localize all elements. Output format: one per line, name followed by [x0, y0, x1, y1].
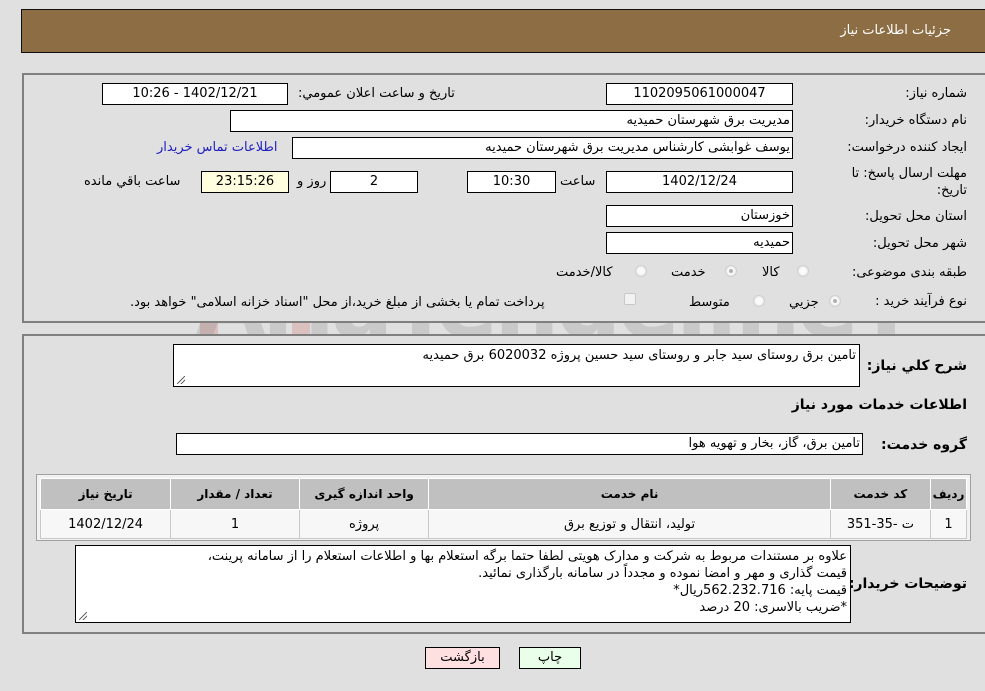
col-unit: واحد اندازه گيری: [298, 478, 430, 510]
cell-quantity: 1: [170, 509, 300, 539]
buyer-contact-link[interactable]: اطلاعات تماس خريدار: [157, 140, 277, 155]
services-table: رديف کد خدمت نام خدمت واحد اندازه گيری ت…: [39, 478, 967, 539]
summary-text: تامين برق روستای سيد جابر و روستای سيد ح…: [422, 348, 856, 363]
col-service-name: نام خدمت: [428, 478, 831, 510]
remaining-time-label: ساعت باقي مانده: [84, 174, 181, 189]
purchase-radio-medium[interactable]: [753, 295, 765, 307]
col-row-number: رديف: [930, 478, 967, 510]
treasury-note: پرداخت تمام يا بخشی از مبلغ خريد،از محل …: [130, 295, 545, 310]
requester-field: يوسف غوابشی کارشناس مديريت برق شهرستان ح…: [292, 137, 793, 159]
remaining-time-field: 23:15:26: [201, 171, 289, 193]
category-option-service: خدمت: [671, 265, 706, 280]
page-header: جزئيات اطلاعات نياز: [21, 9, 985, 53]
category-option-goods: کالا: [762, 265, 780, 280]
remaining-days-field: 2: [330, 171, 418, 193]
category-radio-goods-service[interactable]: [635, 265, 647, 277]
page-title: جزئيات اطلاعات نياز: [840, 23, 951, 38]
summary-label: شرح کلي نياز:: [866, 358, 967, 374]
buyer-notes-textarea[interactable]: علاوه بر مستندات مربوط به شرکت و مدارک ه…: [75, 545, 851, 623]
announce-datetime-field: 1402/12/21 - 10:26: [102, 83, 288, 105]
purchase-option-medium: متوسط: [689, 295, 730, 310]
deadline-time-field: 10:30: [467, 171, 556, 193]
purchase-radio-minor[interactable]: [829, 295, 841, 307]
need-number-label: شماره نياز:: [905, 86, 967, 101]
category-option-goods-service: کالا/خدمت: [556, 265, 613, 280]
services-heading: اطلاعات خدمات مورد نياز: [791, 397, 967, 413]
category-label: طبقه بندی موضوعی:: [851, 265, 967, 280]
deadline-date-field: 1402/12/24: [606, 171, 793, 193]
purchase-type-label: نوع فرآيند خريد :: [875, 294, 967, 309]
cell-unit: پروژه: [298, 509, 430, 539]
cell-row-number: 1: [930, 509, 967, 539]
buyer-org-field: مديريت برق شهرستان حميديه: [230, 110, 793, 132]
col-service-code: کد خدمت: [829, 478, 932, 510]
purchase-option-minor: جزيي: [789, 295, 819, 310]
announce-datetime-label: تاريخ و ساعت اعلان عمومي:: [298, 86, 455, 101]
category-radio-service[interactable]: [725, 265, 737, 277]
deadline-time-label: ساعت: [560, 174, 596, 189]
buyer-notes-line: قيمت گذاری و مهر و امضا نموده و مجدداً د…: [478, 566, 847, 581]
cell-service-code: ت -35-351: [829, 509, 932, 539]
need-number-field: 1102095061000047: [606, 83, 793, 105]
buyer-notes-line: قيمت پايه: 562.232.716ريال*: [673, 583, 847, 598]
days-label: روز و: [297, 174, 327, 189]
city-field: حميديه: [606, 232, 793, 254]
table-row: 1 ت -35-351 توليد، انتقال و توزيع برق پر…: [39, 509, 967, 539]
category-radio-goods[interactable]: [797, 265, 809, 277]
back-button[interactable]: بازگشت: [425, 647, 500, 669]
city-label: شهر محل تحويل:: [872, 236, 967, 251]
cell-need-date: 1402/12/24: [39, 509, 172, 539]
buyer-notes-line: علاوه بر مستندات مربوط به شرکت و مدارک ه…: [207, 549, 847, 564]
buyer-notes-line: *ضريب بالاسری: 20 درصد: [699, 600, 847, 615]
deadline-label: مهلت ارسال پاسخ: تا تاريخ:: [851, 166, 967, 198]
col-quantity: تعداد / مقدار: [170, 478, 300, 510]
service-group-field: تامين برق، گاز، بخار و تهويه هوا: [176, 433, 863, 455]
print-button[interactable]: چاپ: [519, 647, 581, 669]
col-need-date: تاريخ نياز: [39, 478, 172, 510]
table-header-row: رديف کد خدمت نام خدمت واحد اندازه گيری ت…: [39, 478, 967, 510]
cell-service-name: توليد، انتقال و توزيع برق: [428, 509, 831, 539]
buyer-org-label: نام دستگاه خريدار:: [864, 113, 967, 128]
resize-handle-icon[interactable]: [79, 612, 87, 620]
province-field: خوزستان: [606, 205, 793, 227]
province-label: استان محل تحويل:: [865, 209, 967, 224]
resize-handle-icon[interactable]: [177, 376, 185, 384]
treasury-checkbox[interactable]: [624, 293, 636, 305]
summary-textarea[interactable]: تامين برق روستای سيد جابر و روستای سيد ح…: [173, 344, 860, 387]
buyer-notes-label: توضيحات خريدار:: [848, 576, 967, 592]
requester-label: ايجاد کننده درخواست:: [847, 140, 967, 155]
service-group-label: گروه خدمت:: [881, 437, 967, 453]
